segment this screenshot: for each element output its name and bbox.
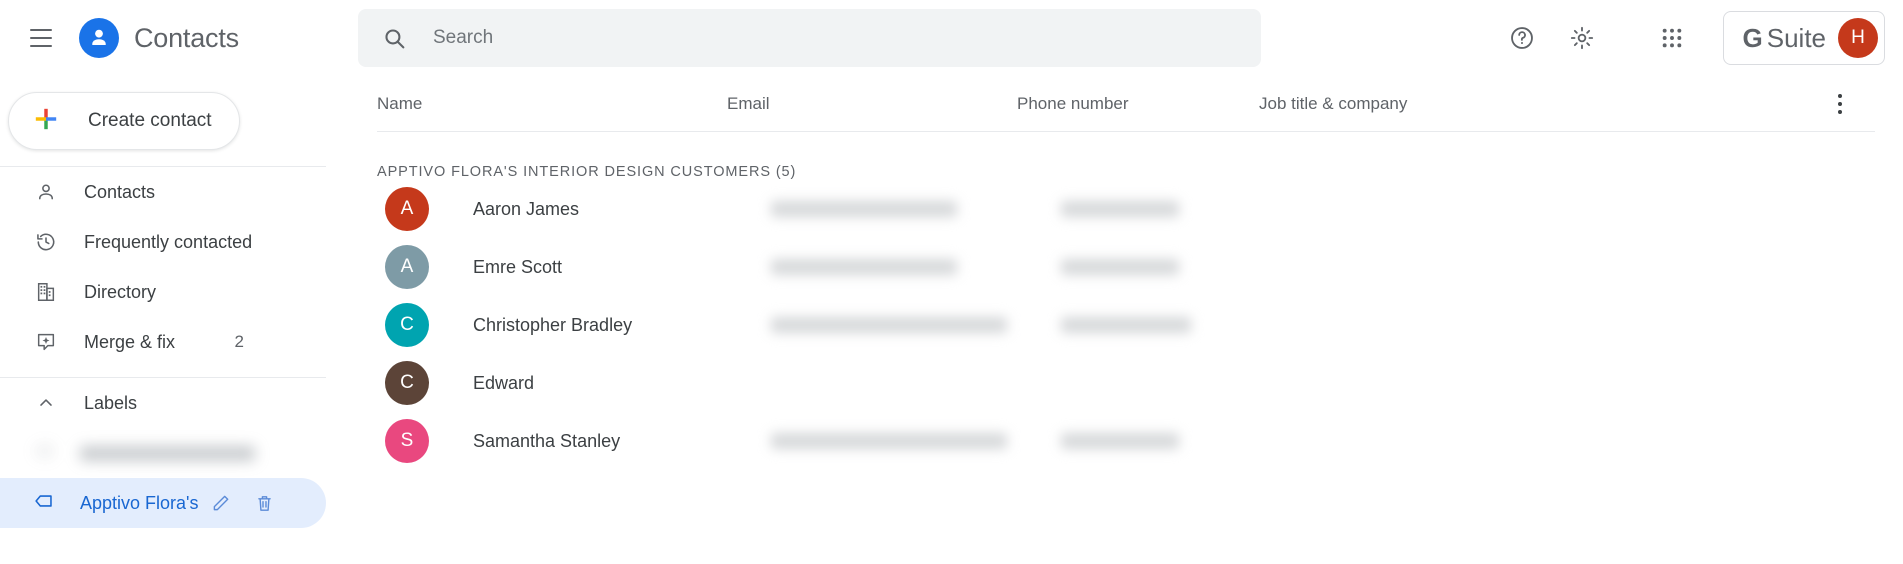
brand[interactable]: Contacts [79,18,239,58]
table-row[interactable]: C Edward [377,354,1875,412]
table-row[interactable]: C Christopher Bradley [377,296,1875,354]
label-tag-icon [33,440,55,467]
contact-phone [1061,201,1303,217]
gsuite-g-letter: G [1742,23,1763,53]
google-plus-icon [33,106,59,137]
sidebar-label-item-redacted[interactable] [0,428,326,478]
table-row[interactable]: A Aaron James [377,180,1875,238]
contact-avatar[interactable]: C [385,303,429,347]
contact-avatar[interactable]: A [385,187,429,231]
person-outline-icon [33,181,59,203]
labels-section-header[interactable]: Labels [0,378,330,428]
trash-icon[interactable] [250,493,278,514]
sidebar-item-frequently-contacted[interactable]: Frequently contacted [0,217,326,267]
sidebar-item-label: Directory [84,281,157,302]
column-header-email: Email [727,93,770,113]
gear-icon[interactable] [1559,15,1605,61]
table-row[interactable]: A Emre Scott [377,238,1875,296]
gsuite-label: Suite [1766,23,1826,53]
contact-name: Christopher Bradley [473,314,633,335]
contact-phone [1061,317,1303,333]
redacted-email [771,259,957,275]
contacts-table: Name Email Phone number Job title & comp… [330,76,1903,564]
redacted-phone [1061,259,1179,275]
avatar[interactable]: H [1838,18,1878,58]
sidebar-label-item-apptivo[interactable]: Apptivo Flora's In [0,478,326,528]
contact-name: Aaron James [473,198,580,219]
contact-name: Samantha Stanley [473,430,621,451]
redacted-phone [1061,433,1179,449]
table-header-row: Name Email Phone number Job title & comp… [377,76,1875,132]
contact-avatar[interactable]: C [385,361,429,405]
help-circle-icon[interactable] [1499,15,1545,61]
building-icon [33,281,59,303]
contact-email [771,201,1061,217]
sidebar-item-label: Contacts [84,181,156,202]
redacted-phone [1061,317,1191,333]
sidebar-item-label: Frequently contacted [84,231,253,252]
redacted-email [771,433,1007,449]
contacts-person-logo-icon [79,18,119,58]
merge-sparkle-icon [33,331,59,353]
table-row[interactable]: S Samantha Stanley [377,412,1875,470]
redacted-email [771,317,1007,333]
redacted-phone [1061,201,1179,217]
contact-avatar[interactable]: S [385,419,429,463]
hamburger-menu-icon[interactable] [17,14,65,62]
sidebar-item-merge-and-fix[interactable]: Merge & fix 2 [0,317,326,367]
contact-email [771,317,1061,333]
contact-name: Edward [473,372,535,393]
sidebar-item-label: Merge & fix [84,331,176,352]
redacted-email [771,201,957,217]
sidebar-label-name-redacted [80,445,255,461]
contact-phone [1061,433,1303,449]
column-header-job: Job title & company [1259,93,1408,113]
gsuite-account-button[interactable]: G Suite H [1722,11,1885,65]
search-input[interactable] [433,9,1241,67]
contact-rows: A Aaron James A Emre Scott C Christopher Brad… [330,180,1903,470]
labels-section-title: Labels [84,392,138,413]
column-header-name: Name [377,93,423,113]
history-clock-icon [33,231,59,253]
contact-email [771,259,1061,275]
label-tag-icon [33,490,55,517]
search-bar[interactable] [358,9,1261,67]
top-right-actions: G Suite H [1499,0,1903,76]
page-title: Contacts [134,22,239,53]
contact-email [771,433,1061,449]
apps-grid-icon[interactable] [1649,15,1695,61]
create-contact-button[interactable]: Create contact [8,92,240,150]
sidebar-item-directory[interactable]: Directory [0,267,326,317]
search-icon [382,26,407,51]
contact-name: Emre Scott [473,256,563,277]
contact-group-title: APPTIVO FLORA'S INTERIOR DESIGN CUSTOMER… [377,164,797,180]
sidebar-label-name: Apptivo Flora's In [80,492,198,513]
merge-fix-count-badge: 2 [234,332,244,351]
chevron-up-icon [33,393,59,413]
create-contact-label: Create contact [88,110,212,131]
contacts-app-window: Contacts Search G Suite H Create contact… [0,0,1903,564]
contact-phone [1061,259,1303,275]
sidebar: Create contact Contacts Frequently conta… [0,76,330,564]
sidebar-item-contacts[interactable]: Contacts [0,167,326,217]
kebab-menu-icon[interactable] [1825,89,1855,119]
pencil-icon[interactable] [206,493,234,514]
contact-avatar[interactable]: A [385,245,429,289]
column-header-phone: Phone number [1017,93,1129,113]
